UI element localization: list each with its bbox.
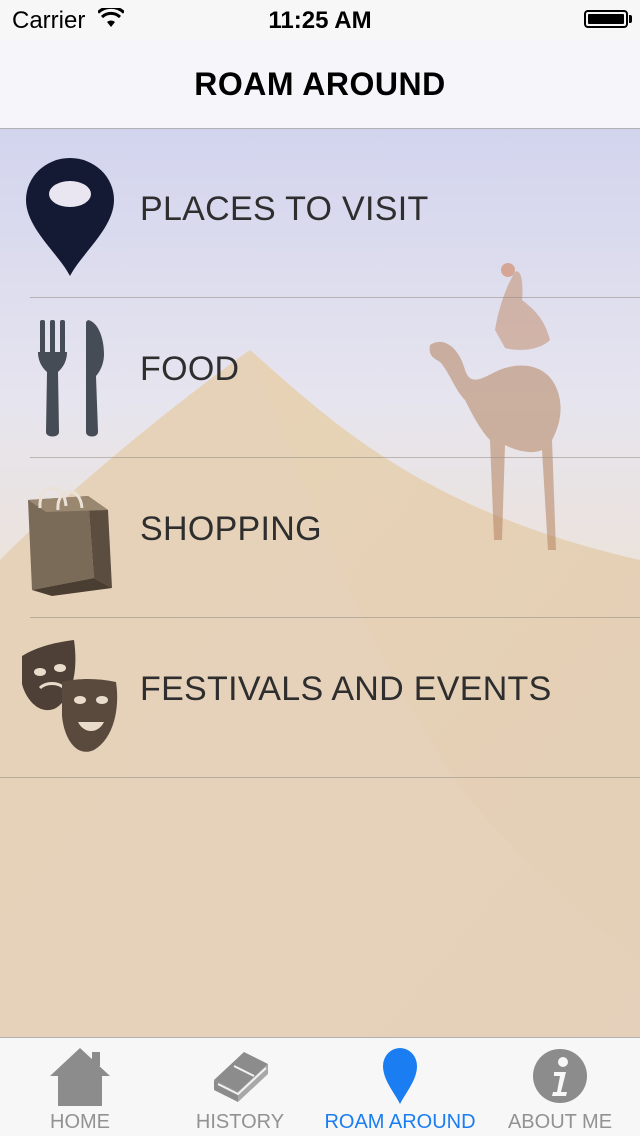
menu-item-label: FESTIVALS AND EVENTS <box>140 670 552 708</box>
menu-item-label: FOOD <box>140 350 240 388</box>
menu-list: PLACES TO VISIT FOOD SHOPPING FESTIVALS … <box>0 138 640 778</box>
menu-item-places-to-visit[interactable]: PLACES TO VISIT <box>26 138 640 298</box>
page-title: ROAM AROUND <box>194 66 446 102</box>
tab-label: ABOUT ME <box>507 1111 613 1133</box>
map-pin-icon <box>18 158 122 278</box>
info-icon <box>530 1046 590 1111</box>
navigation-bar: ROAM AROUND <box>0 40 640 129</box>
theater-masks-icon <box>18 638 122 758</box>
shopping-bag-icon <box>18 478 122 598</box>
tab-bar: HOME HISTORY ROAM AROUND ABOUT ME <box>0 1037 640 1136</box>
house-icon <box>48 1046 112 1111</box>
tab-label: HISTORY <box>195 1111 285 1133</box>
menu-item-festivals-and-events[interactable]: FESTIVALS AND EVENTS <box>0 618 640 778</box>
menu-item-food[interactable]: FOOD <box>30 298 640 458</box>
tab-history[interactable]: HISTORY <box>160 1038 320 1136</box>
menu-item-label: SHOPPING <box>140 510 322 548</box>
map-pin-icon <box>380 1046 420 1111</box>
tab-label: HOME <box>50 1111 110 1133</box>
tab-about-me[interactable]: ABOUT ME <box>480 1038 640 1136</box>
clock: 11:25 AM <box>268 7 372 34</box>
battery-tip <box>629 15 632 23</box>
tab-home[interactable]: HOME <box>0 1038 160 1136</box>
book-icon <box>208 1046 272 1111</box>
tab-label: ROAM AROUND <box>324 1111 476 1133</box>
battery-icon <box>584 10 628 28</box>
status-bar: Carrier 11:25 AM <box>0 0 640 40</box>
menu-item-label: PLACES TO VISIT <box>140 190 429 228</box>
tab-roam-around[interactable]: ROAM AROUND <box>320 1038 480 1136</box>
fork-knife-icon <box>18 318 122 438</box>
menu-item-shopping[interactable]: SHOPPING <box>28 458 640 618</box>
